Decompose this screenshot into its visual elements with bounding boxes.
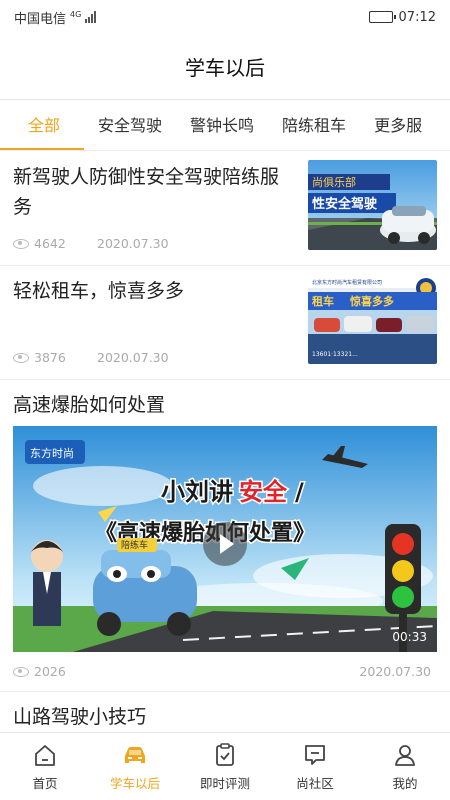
car-icon	[125, 746, 145, 763]
article-date: 2020.07.30	[97, 236, 169, 251]
nav-learn-after[interactable]: 学车以后	[90, 733, 180, 800]
video-title-c: /	[295, 478, 304, 506]
article-meta: 4642 2020.07.30	[13, 236, 169, 251]
article-feed: 新驾驶人防御性安全驾驶陪练服务 尚俱乐部 性安全驾驶 4642 2020.07.…	[0, 152, 450, 732]
network-label: 4G	[70, 9, 82, 19]
eye-icon	[13, 352, 29, 363]
thumb-text-1: 尚俱乐部	[312, 175, 356, 189]
tab-rental[interactable]: 陪练租车	[268, 101, 360, 150]
video-article-item[interactable]: 高速爆胎如何处置 东方时尚 小刘讲 安全 / 陪练车 00:33 2026 20…	[0, 380, 450, 692]
article-thumbnail: 北京东方时尚汽车租赁有限公司 租车 惊喜多多 13601·13321...	[308, 274, 437, 364]
video-title-b: 安全	[239, 478, 288, 506]
article-title: 新驾驶人防御性安全驾驶陪练服务	[13, 166, 280, 218]
nav-label: 我的	[392, 775, 418, 791]
eye-icon	[13, 666, 29, 677]
chat-icon	[305, 744, 325, 765]
article-item[interactable]: 轻松租车，惊喜多多 北京东方时尚汽车租赁有限公司 租车 惊喜多多 13601·1…	[0, 266, 450, 380]
nav-home[interactable]: 首页	[0, 733, 90, 800]
article-meta: 2026 2020.07.30	[13, 664, 431, 679]
tab-safe-driving[interactable]: 安全驾驶	[84, 101, 176, 150]
article-thumbnail: 尚俱乐部 性安全驾驶	[308, 160, 437, 250]
status-right: 07:12	[368, 9, 436, 25]
nav-community[interactable]: 尚社区	[270, 733, 360, 800]
view-count: 4642	[13, 236, 97, 251]
nav-evaluation[interactable]: 即时评测	[180, 733, 270, 800]
video-duration: 00:33	[392, 630, 427, 644]
eye-icon	[13, 238, 29, 249]
tab-all[interactable]: 全部	[0, 101, 85, 150]
bottom-nav: 首页 学车以后 即时评测 尚社区 我的	[0, 732, 450, 800]
article-title: 山路驾驶小技巧	[13, 706, 147, 728]
view-count-value: 3876	[34, 350, 66, 365]
article-title: 高速爆胎如何处置	[13, 394, 166, 416]
article-item[interactable]: 新驾驶人防御性安全驾驶陪练服务 尚俱乐部 性安全驾驶 4642 2020.07.…	[0, 152, 450, 266]
car-sign-text: 陪练车	[121, 539, 148, 551]
view-count: 2026	[13, 664, 66, 679]
article-title: 轻松租车，惊喜多多	[13, 280, 185, 302]
user-icon	[395, 744, 415, 766]
nav-label: 首页	[32, 775, 58, 791]
article-date: 2020.07.30	[97, 350, 169, 365]
tab-more[interactable]: 更多服	[360, 101, 436, 150]
battery-icon	[368, 11, 396, 23]
status-bar: 中国电信 4G 07:12	[0, 0, 450, 34]
video-player[interactable]: 东方时尚 小刘讲 安全 / 《高速爆胎如何处置》	[13, 426, 437, 652]
clock: 07:12	[398, 9, 436, 25]
nav-label: 即时评测	[199, 775, 250, 791]
signal-icon	[85, 11, 97, 23]
thumb-text-2: 性安全驾驶	[312, 196, 377, 212]
view-count-value: 4642	[34, 236, 66, 251]
view-count: 3876	[13, 350, 97, 365]
play-button[interactable]	[203, 522, 247, 566]
view-count-value: 2026	[34, 664, 66, 679]
article-item[interactable]: 山路驾驶小技巧	[0, 692, 450, 732]
video-title-a: 小刘讲	[161, 478, 233, 506]
thumb-phone: 13601·13321...	[312, 351, 358, 358]
nav-profile[interactable]: 我的	[360, 733, 450, 800]
nav-label: 学车以后	[109, 775, 160, 791]
category-tabs: 全部 安全驾驶 警钟长鸣 陪练租车 更多服	[0, 101, 450, 151]
page-title: 学车以后	[0, 34, 450, 100]
tab-warning[interactable]: 警钟长鸣	[176, 101, 268, 150]
carrier-label: 中国电信	[14, 11, 67, 27]
thumb-company: 北京东方时尚汽车租赁有限公司	[312, 279, 382, 286]
video-logo: 东方时尚	[30, 446, 74, 460]
thumb-text-a: 租车	[312, 294, 334, 308]
nav-label: 尚社区	[296, 775, 334, 791]
clipboard-check-icon	[216, 742, 234, 766]
home-icon	[35, 744, 55, 766]
article-date: 2020.07.30	[359, 664, 431, 679]
status-left: 中国电信 4G	[14, 8, 97, 27]
article-meta: 3876 2020.07.30	[13, 350, 169, 365]
thumb-text-b: 惊喜多多	[350, 294, 394, 308]
